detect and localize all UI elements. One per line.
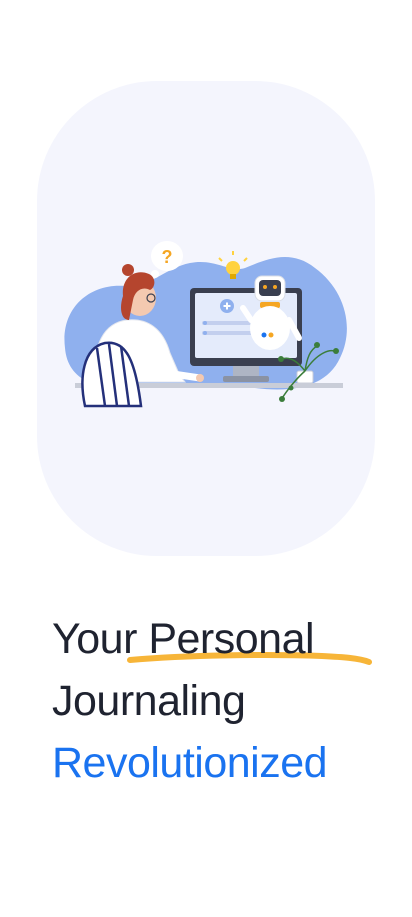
onboarding-illustration: ? (64, 241, 347, 408)
onboarding-headline: Your Personal Journaling Revolutionized (52, 608, 392, 794)
headline-line-1: Your Personal (52, 608, 392, 670)
svg-text:?: ? (162, 247, 173, 267)
headline-line-2: Journaling (52, 677, 246, 725)
headline-line-3: Revolutionized (52, 739, 328, 787)
